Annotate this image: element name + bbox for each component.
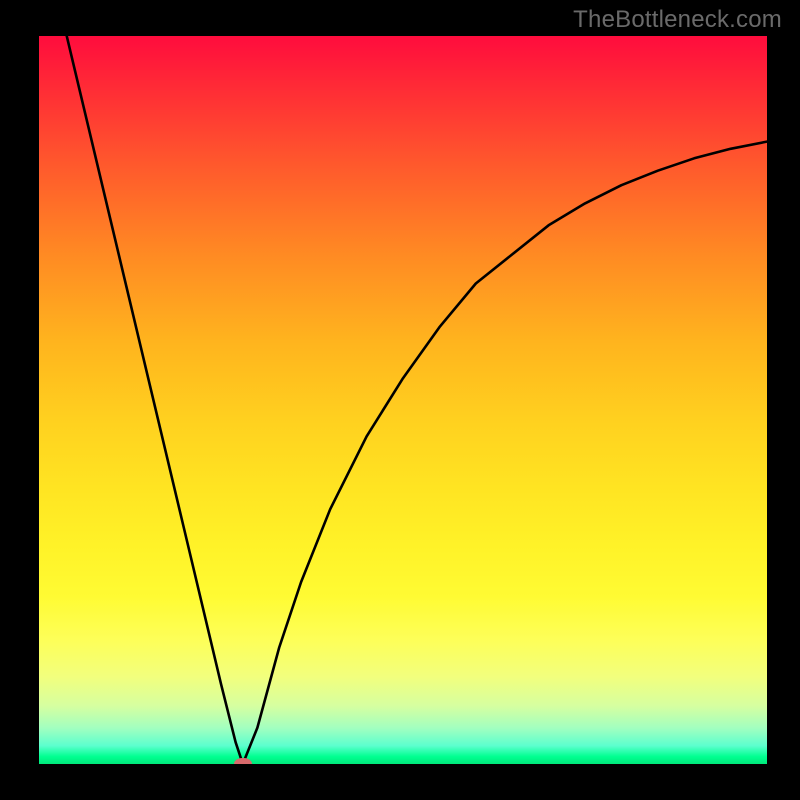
bottleneck-curve [39,36,767,764]
watermark-text: TheBottleneck.com [573,6,782,34]
chart-container: TheBottleneck.com [0,0,800,800]
plot-area [39,36,767,764]
optimum-marker [234,758,252,764]
